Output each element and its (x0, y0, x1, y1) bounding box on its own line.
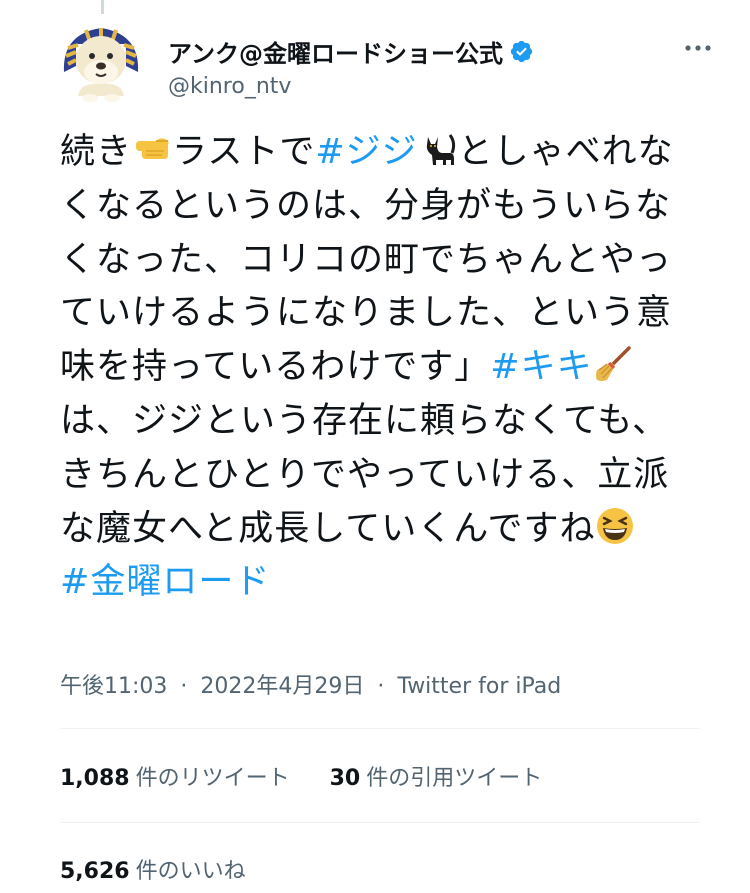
meta-separator: · (180, 674, 188, 699)
likes-stats-row: 5,626 件のいいね (60, 853, 286, 885)
more-horizontal-icon (685, 45, 711, 51)
broom-emoji-icon (593, 344, 633, 384)
verified-badge-icon (509, 39, 534, 64)
divider (60, 728, 700, 729)
divider (60, 822, 700, 823)
quotes-count: 30 (329, 766, 361, 791)
hashtag-link[interactable]: #キキ (490, 347, 592, 387)
quotes-stat[interactable]: 30 件の引用ツイート (330, 760, 543, 792)
tweet-text-segment: は、ジジという存在に頼らなくても、きちんとひとりでやっていける、立派な魔女へと成… (60, 400, 670, 549)
avatar[interactable] (56, 14, 146, 104)
retweets-stat[interactable]: 1,088 件のリツイート (60, 760, 290, 792)
meta-separator: · (377, 674, 385, 699)
name-row: アンク@金曜ロードショー公式 (168, 34, 534, 69)
display-name[interactable]: アンク@金曜ロードショー公式 (168, 34, 503, 69)
sphinx-dog-avatar-icon (56, 14, 146, 104)
retweet-stats-row: 1,088 件のリツイート 30 件の引用ツイート (60, 760, 582, 792)
account-handle[interactable]: @kinro_ntv (168, 74, 291, 99)
tweet-header: アンク@金曜ロードショー公式 @kinro_ntv (56, 14, 716, 104)
thread-connector-line (101, 0, 104, 14)
tweet-time[interactable]: 午後11:03 (60, 674, 167, 699)
tweet-text: 続き ラストで#ジジ としゃべれなくなるというのは、分身がもういらなくなった、コリコ… (60, 126, 700, 610)
pointing-right-emoji-icon (132, 129, 172, 169)
tweet-date[interactable]: 2022年4月29日 (200, 674, 364, 699)
hashtag-link[interactable]: #金曜ロード (60, 562, 270, 602)
tweet-meta: 午後11:03 · 2022年4月29日 · Twitter for iPad (60, 668, 561, 700)
black-cat-emoji-icon (418, 129, 458, 169)
retweets-count: 1,088 (60, 766, 130, 791)
tweet-text-segment: ラストで (172, 132, 316, 172)
retweets-label: 件のリツイート (135, 766, 290, 791)
more-button[interactable] (680, 30, 716, 66)
likes-count: 5,626 (60, 859, 130, 884)
quotes-label: 件の引用ツイート (366, 766, 543, 791)
likes-label: 件のいいね (135, 859, 246, 884)
likes-stat[interactable]: 5,626 件のいいね (60, 853, 246, 885)
grinning-squinting-emoji-icon (595, 506, 635, 546)
tweet-text-segment: 続き (60, 132, 133, 172)
hashtag-link[interactable]: #ジジ (315, 132, 417, 172)
tweet-source-link[interactable]: Twitter for iPad (397, 674, 561, 699)
